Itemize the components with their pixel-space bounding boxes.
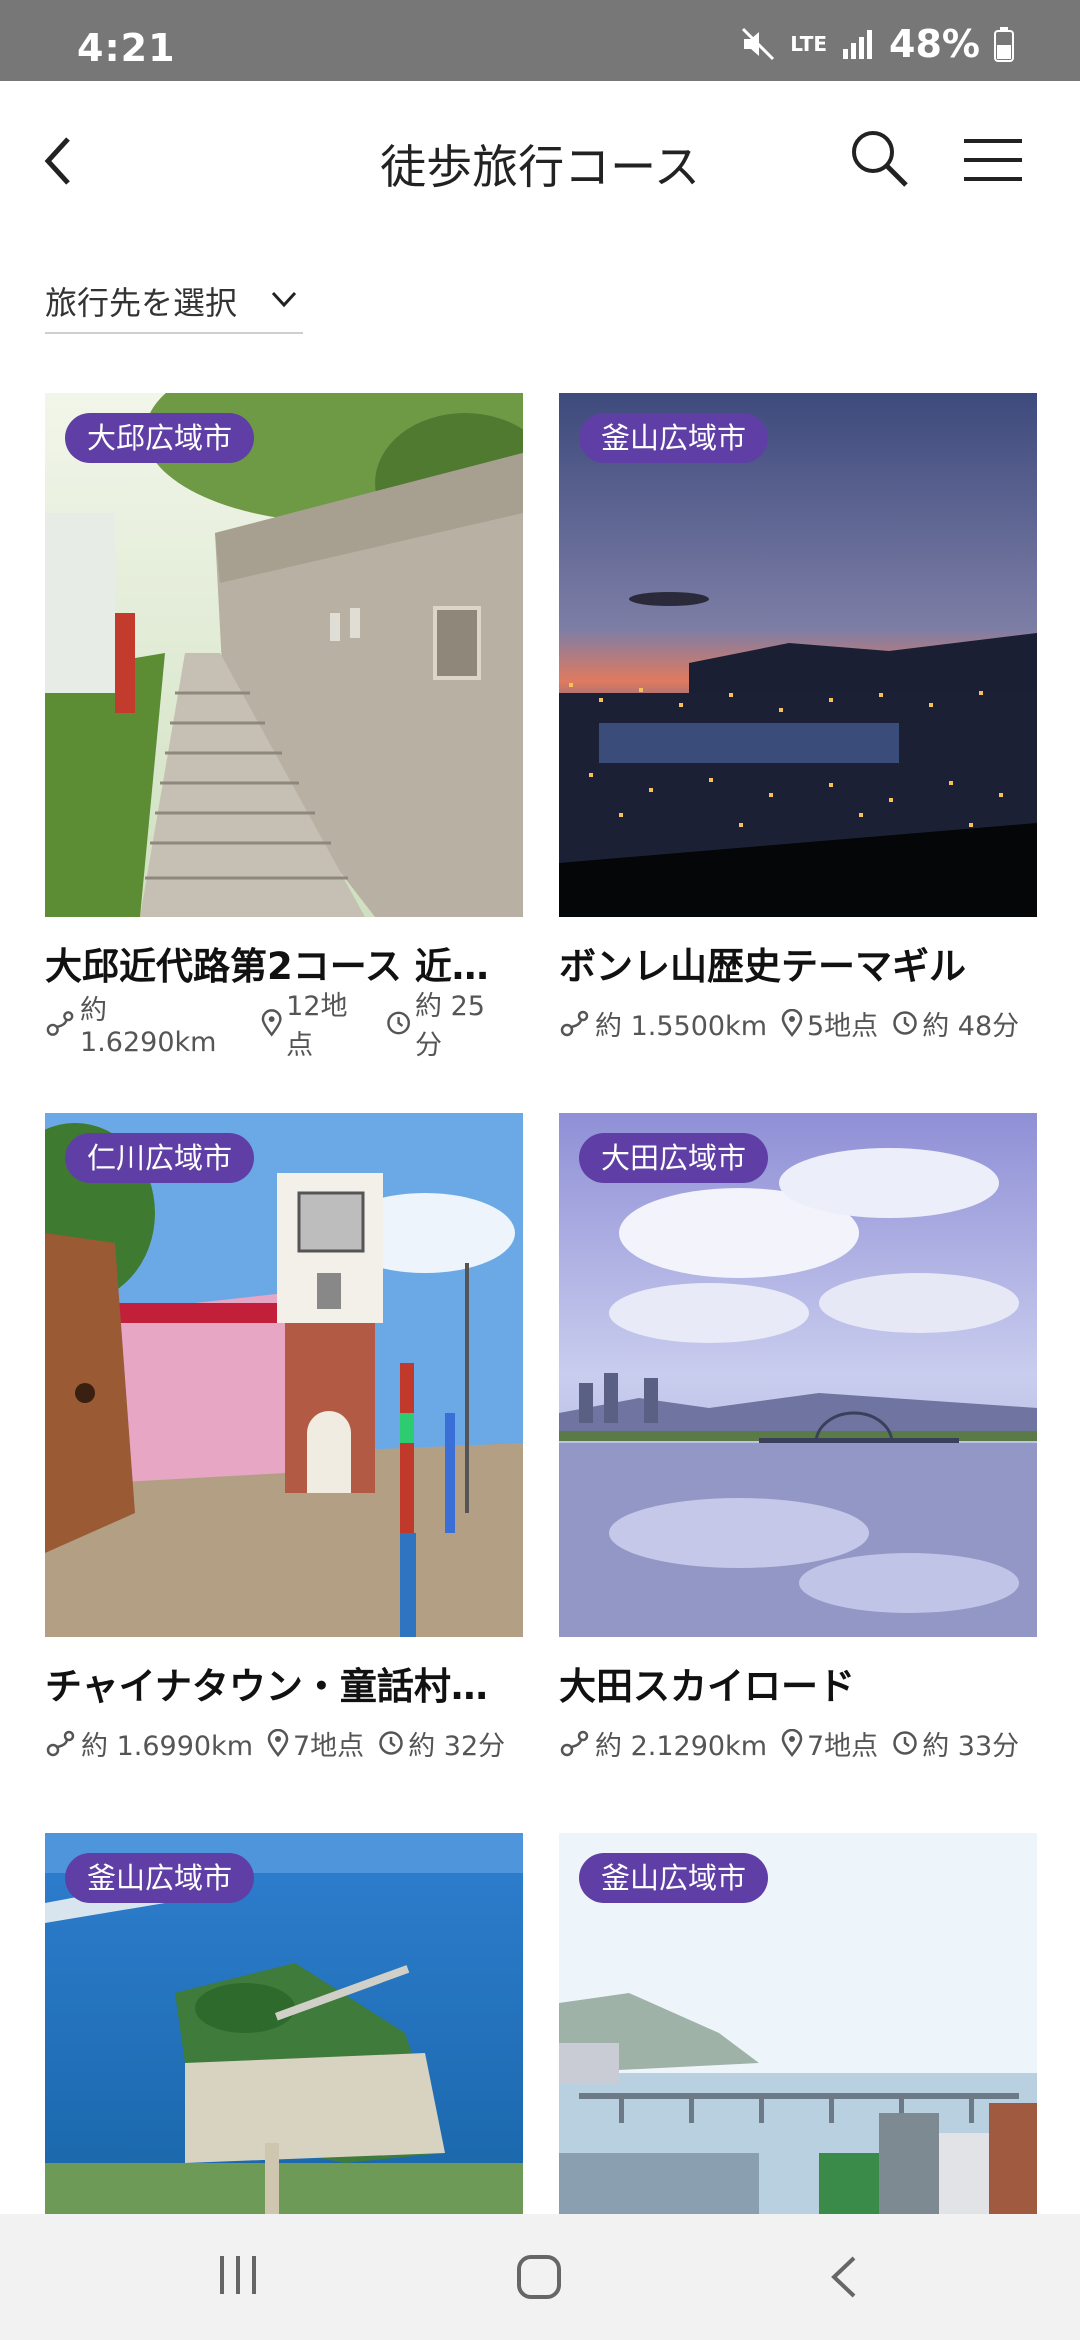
route-icon: [46, 1011, 74, 1036]
location-pin-icon: [261, 1009, 282, 1037]
course-image: 釜山広域市: [559, 393, 1037, 917]
nav-back-icon[interactable]: [828, 2254, 858, 2300]
mute-icon: [742, 27, 775, 61]
home-icon[interactable]: [516, 2254, 562, 2300]
course-meta: 約 1.5500km 5地点 約 48分: [559, 1004, 1037, 1043]
route-icon: [560, 1730, 589, 1757]
region-badge: 釜山広域市: [579, 1853, 769, 1903]
hamburger-menu-icon[interactable]: [964, 137, 1022, 183]
status-time: 4:21: [77, 26, 176, 70]
region-badge: 釜山広域市: [579, 413, 769, 463]
distance-info: 約 1.6290km: [45, 988, 247, 1058]
signal-icon: [843, 30, 873, 59]
course-image: 釜山広域市: [45, 1833, 523, 2214]
location-pin-icon: [267, 1729, 289, 1757]
spots-info: 7地点: [781, 1724, 878, 1763]
course-card[interactable]: 仁川広域市 チャイナタウン・童話村ス... 約 1.6990km 7地点 約 3…: [45, 1113, 523, 1763]
course-meta: 約 2.1290km 7地点 約 33分: [559, 1724, 1037, 1763]
clock-icon: [387, 1011, 410, 1035]
distance-text: 約 1.5500km: [595, 1010, 767, 1042]
course-card[interactable]: 大邱広域市 大邱近代路第2コース 近代... 約 1.6290km 12地点 約…: [45, 393, 523, 1061]
page-title: 徒歩旅行コース: [380, 140, 700, 194]
course-image: 釜山広域市: [559, 1833, 1037, 2214]
clock-icon: [893, 1731, 917, 1755]
network-type: LTE: [790, 32, 828, 56]
spots-info: 7地点: [267, 1724, 364, 1763]
region-badge: 大田広域市: [579, 1133, 769, 1183]
spots-text: 12地点: [286, 991, 348, 1061]
route-icon: [46, 1730, 75, 1757]
course-title: 大田スカイロード: [559, 1665, 855, 1708]
distance-text: 約 1.6290km: [80, 995, 217, 1058]
course-card[interactable]: 釜山広域市: [559, 1833, 1037, 2214]
spots-text: 5地点: [807, 1010, 879, 1042]
spots-text: 7地点: [807, 1730, 879, 1762]
distance-text: 約 1.6990km: [81, 1730, 253, 1762]
course-card[interactable]: 大田広域市 大田スカイロード 約 2.1290km 7地点 約 33分: [559, 1113, 1037, 1763]
location-pin-icon: [781, 1729, 803, 1757]
duration-text: 約 33分: [922, 1730, 1020, 1762]
duration-text: 約 32分: [408, 1730, 506, 1762]
duration-text: 約 48分: [922, 1010, 1020, 1042]
location-pin-icon: [781, 1009, 803, 1037]
region-badge: 釜山広域市: [65, 1853, 255, 1903]
course-image: 仁川広域市: [45, 1113, 523, 1637]
destination-select-label: 旅行先を選択: [45, 284, 238, 322]
spots-text: 7地点: [293, 1730, 365, 1762]
battery-percent: 48%: [889, 22, 980, 66]
header: 徒歩旅行コース: [0, 81, 1080, 241]
distance-info: 約 1.5500km: [559, 1004, 767, 1043]
status-icons: LTE 48%: [740, 22, 1014, 66]
spots-info: 5地点: [781, 1004, 878, 1043]
duration-info: 約 25分: [386, 984, 509, 1062]
destination-select[interactable]: 旅行先を選択: [45, 270, 303, 334]
course-card[interactable]: 釜山広域市: [45, 1833, 523, 2214]
duration-info: 約 32分: [378, 1724, 505, 1763]
region-badge: 仁川広域市: [65, 1133, 255, 1183]
course-image: 大田広域市: [559, 1113, 1037, 1637]
region-badge: 大邱広域市: [65, 413, 255, 463]
course-meta: 約 1.6290km 12地点 約 25分: [45, 991, 523, 1061]
clock-icon: [379, 1731, 403, 1755]
search-icon[interactable]: [848, 127, 910, 189]
duration-info: 約 48分: [892, 1004, 1019, 1043]
course-image: 大邱広域市: [45, 393, 523, 917]
distance-info: 約 2.1290km: [559, 1724, 767, 1763]
chevron-down-icon: [271, 291, 297, 308]
clock-icon: [893, 1011, 917, 1035]
status-bar: 4:21 LTE 48%: [0, 0, 1080, 81]
course-title: チャイナタウン・童話村ス...: [45, 1665, 523, 1708]
recent-apps-icon[interactable]: [216, 2254, 260, 2296]
course-title: ボンレ山歴史テーマギル: [559, 945, 966, 988]
route-icon: [560, 1010, 589, 1037]
distance-info: 約 1.6990km: [45, 1724, 253, 1763]
course-meta: 約 1.6990km 7地点 約 32分: [45, 1724, 523, 1763]
distance-text: 約 2.1290km: [595, 1730, 767, 1762]
system-nav-bar: [0, 2214, 1080, 2340]
duration-info: 約 33分: [892, 1724, 1019, 1763]
spots-info: 12地点: [261, 984, 372, 1062]
course-card[interactable]: 釜山広域市 ボンレ山歴史テーマギル 約 1.5500km 5地点 約 48分: [559, 393, 1037, 1043]
duration-text: 約 25分: [415, 991, 485, 1061]
battery-icon: [994, 27, 1014, 62]
